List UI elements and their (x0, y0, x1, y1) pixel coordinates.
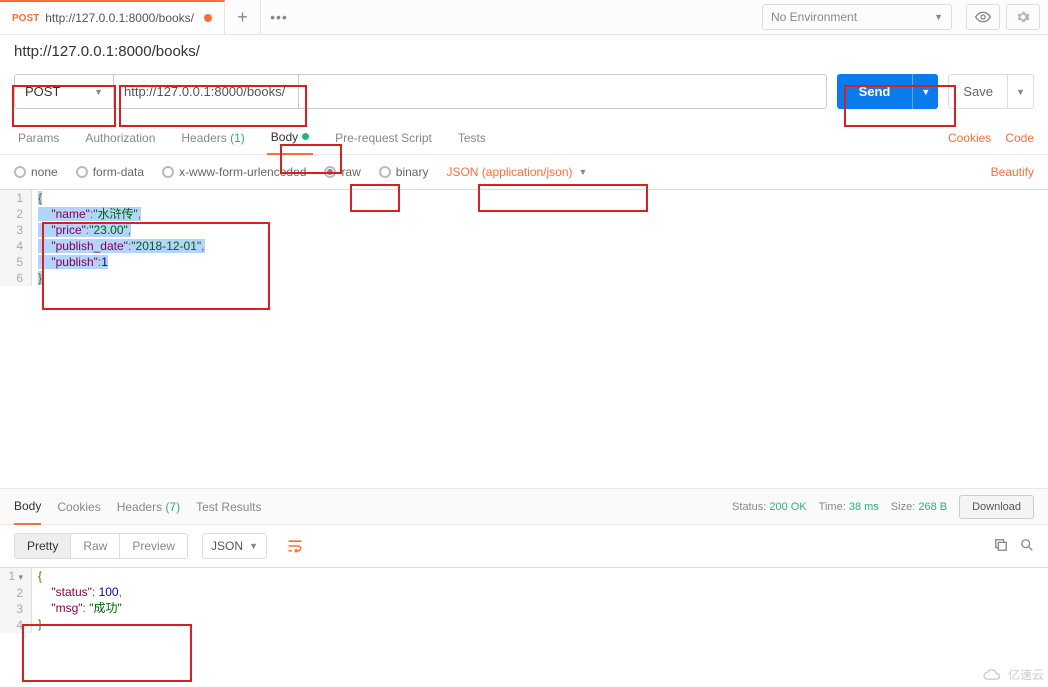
chevron-down-icon: ▼ (921, 87, 930, 97)
tab-headers[interactable]: Headers (1) (177, 121, 248, 155)
copy-response-button[interactable] (994, 538, 1008, 555)
response-tab-body[interactable]: Body (14, 489, 41, 525)
chevron-down-icon: ▼ (579, 167, 588, 177)
gear-icon (1016, 10, 1030, 24)
response-tab-test-results[interactable]: Test Results (196, 500, 261, 514)
code-link[interactable]: Code (1005, 131, 1034, 145)
view-raw[interactable]: Raw (70, 534, 119, 558)
environment-label: No Environment (771, 10, 857, 24)
view-preview[interactable]: Preview (119, 534, 187, 558)
tab-body[interactable]: Body (267, 121, 313, 155)
url-input[interactable]: http://127.0.0.1:8000/books/ (114, 74, 299, 109)
environment-select[interactable]: No Environment ▼ (762, 4, 952, 30)
wrap-icon (287, 539, 303, 553)
gutter: 1 ▾ 2 3 4 (0, 568, 32, 633)
request-tabs: Params Authorization Headers (1) Body Pr… (0, 121, 1048, 155)
save-dropdown[interactable]: ▼ (1008, 74, 1034, 109)
response-tab-cookies[interactable]: Cookies (57, 500, 100, 514)
eye-icon (975, 11, 991, 23)
response-tab-headers[interactable]: Headers (7) (117, 500, 180, 514)
body-indicator-dot (302, 133, 309, 140)
environment-quicklook-button[interactable] (966, 4, 1000, 30)
top-tab-bar: POST http://127.0.0.1:8000/books/ + ••• … (0, 0, 1048, 35)
settings-button[interactable] (1006, 4, 1040, 30)
request-body-editor[interactable]: 1 2 3 4 5 6 { "name":"水浒传", "price":"23.… (0, 189, 1048, 489)
wrap-lines-button[interactable] (281, 533, 309, 559)
copy-icon (994, 538, 1008, 552)
tab-pre-request-script[interactable]: Pre-request Script (331, 121, 436, 155)
response-tabs: Body Cookies Headers (7) Test Results St… (0, 489, 1048, 525)
content-type-select[interactable]: JSON (application/json) ▼ (446, 165, 587, 179)
body-type-urlencoded[interactable]: x-www-form-urlencoded (162, 165, 306, 179)
body-type-row: none form-data x-www-form-urlencoded raw… (0, 155, 1048, 189)
body-type-binary[interactable]: binary (379, 165, 429, 179)
response-lang-select[interactable]: JSON ▼ (202, 533, 267, 559)
request-name: http://127.0.0.1:8000/books/ (0, 35, 1048, 64)
unsaved-indicator (204, 14, 212, 22)
code-content: { "status": 100, "msg": "成功" } (32, 568, 122, 633)
view-mode-tabs: Pretty Raw Preview (14, 533, 188, 559)
send-button[interactable]: Send (837, 74, 913, 109)
cookies-link[interactable]: Cookies (948, 131, 991, 145)
gutter: 1 2 3 4 5 6 (0, 190, 32, 286)
request-tab[interactable]: POST http://127.0.0.1:8000/books/ (0, 0, 225, 34)
method-value: POST (25, 84, 60, 99)
body-type-none[interactable]: none (14, 165, 58, 179)
chevron-down-icon: ▼ (934, 12, 943, 22)
response-size: 268 B (918, 501, 947, 513)
new-tab-button[interactable]: + (225, 0, 261, 34)
chevron-down-icon: ▼ (1016, 87, 1025, 97)
radio-icon (379, 166, 391, 178)
http-method-select[interactable]: POST ▼ (14, 74, 114, 109)
url-row: POST ▼ http://127.0.0.1:8000/books/ Send… (0, 64, 1048, 121)
chevron-down-icon: ▼ (94, 87, 103, 97)
body-type-raw[interactable]: raw (324, 165, 360, 179)
chevron-down-icon: ▼ (249, 541, 258, 551)
radio-icon (162, 166, 174, 178)
search-response-button[interactable] (1020, 538, 1034, 555)
tab-method-badge: POST (12, 13, 39, 24)
response-time: 38 ms (849, 501, 879, 513)
download-button[interactable]: Download (959, 495, 1034, 519)
tab-more-button[interactable]: ••• (261, 0, 297, 34)
beautify-button[interactable]: Beautify (991, 165, 1034, 179)
radio-icon (14, 166, 26, 178)
response-status-bar: Status: 200 OK Time: 38 ms Size: 268 B D… (732, 495, 1034, 519)
view-pretty[interactable]: Pretty (15, 534, 70, 558)
url-input-extend[interactable] (299, 74, 827, 109)
cloud-icon (982, 667, 1004, 683)
tab-tests[interactable]: Tests (454, 121, 490, 155)
tab-url: http://127.0.0.1:8000/books/ (45, 11, 194, 25)
radio-checked-icon (324, 166, 336, 178)
watermark: 亿速云 (982, 666, 1044, 683)
save-button[interactable]: Save (948, 74, 1008, 109)
response-body-viewer[interactable]: 1 ▾ 2 3 4 { "status": 100, "msg": "成功" } (0, 567, 1048, 637)
tab-params[interactable]: Params (14, 121, 63, 155)
body-type-form-data[interactable]: form-data (76, 165, 144, 179)
search-icon (1020, 538, 1034, 552)
tab-authorization[interactable]: Authorization (81, 121, 159, 155)
response-viewer-bar: Pretty Raw Preview JSON ▼ (0, 525, 1048, 567)
status-code: 200 OK (769, 501, 806, 513)
send-dropdown[interactable]: ▼ (912, 74, 938, 109)
code-content[interactable]: { "name":"水浒传", "price":"23.00", "publis… (32, 190, 205, 286)
radio-icon (76, 166, 88, 178)
